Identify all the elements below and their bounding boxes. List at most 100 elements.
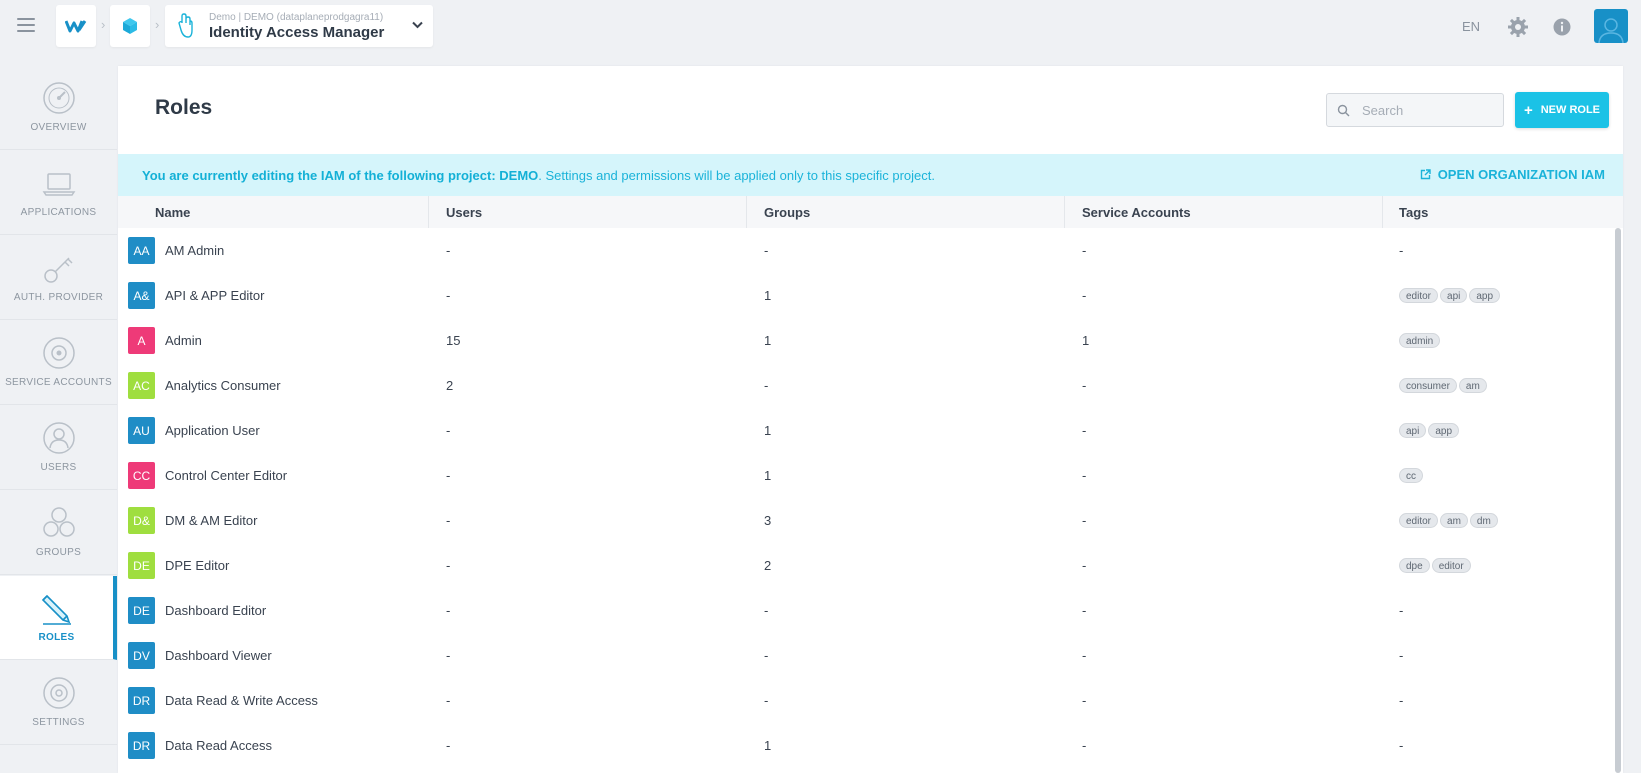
project-cube-button[interactable]: [110, 5, 150, 47]
role-name[interactable]: Analytics Consumer: [165, 378, 281, 393]
cell-service-accounts: -: [1082, 423, 1087, 438]
sidebar-item-label: ROLES: [38, 632, 75, 643]
main-panel: Roles + NEW ROLE You are currently editi…: [118, 66, 1623, 773]
tag-chip[interactable]: api: [1399, 423, 1427, 438]
tag-chip[interactable]: admin: [1399, 333, 1441, 348]
app-title: Identity Access Manager: [209, 23, 385, 41]
cell-name: AC Analytics Consumer: [118, 363, 429, 408]
column-header-tags[interactable]: Tags: [1383, 196, 1623, 228]
menu-icon[interactable]: [17, 18, 35, 32]
cell-name: DR Data Read & Write Access: [118, 678, 429, 723]
tag-chip[interactable]: editor: [1399, 513, 1439, 528]
app-subtitle: Demo | DEMO (dataplaneprodgagra11): [209, 11, 384, 23]
role-name[interactable]: Dashboard Editor: [165, 603, 266, 618]
search-input[interactable]: [1362, 102, 1492, 118]
column-header-users[interactable]: Users: [429, 196, 747, 228]
open-organization-iam-link[interactable]: OPEN ORGANIZATION IAM: [1420, 167, 1605, 182]
service-accounts-icon: [42, 337, 75, 369]
table-header: Name Users Groups Service Accounts Tags: [118, 196, 1623, 228]
tag-chip[interactable]: cc: [1399, 468, 1423, 483]
cell-service-accounts: -: [1082, 603, 1087, 618]
cell-service-accounts: -: [1082, 288, 1087, 303]
table-row[interactable]: DR Data Read Access - 1 - -: [118, 723, 1623, 768]
tag-chip[interactable]: consumer: [1399, 378, 1457, 393]
cell-name: AA AM Admin: [118, 228, 429, 273]
table-row[interactable]: DV Dashboard Viewer - - - -: [118, 633, 1623, 678]
tag-chip[interactable]: am: [1440, 513, 1468, 528]
search-box[interactable]: [1326, 93, 1504, 127]
avatar[interactable]: [1594, 9, 1628, 43]
table-row[interactable]: DR Data Read & Write Access - - - -: [118, 678, 1623, 723]
empty-tags: -: [1399, 738, 1404, 753]
table-row[interactable]: AA AM Admin - - - -: [118, 228, 1623, 273]
app-switcher[interactable]: Demo | DEMO (dataplaneprodgagra11) Ident…: [165, 5, 433, 47]
table-row[interactable]: DE Dashboard Editor - - - -: [118, 588, 1623, 633]
role-name[interactable]: Dashboard Viewer: [165, 648, 272, 663]
cell-users: -: [446, 468, 451, 483]
cell-service-accounts: -: [1082, 558, 1087, 573]
role-name[interactable]: Data Read Access: [165, 738, 272, 753]
cell-groups: 1: [764, 333, 772, 348]
table-row[interactable]: A& API & APP Editor - 1 - editor api app: [118, 273, 1623, 318]
cell-tags: editor api app: [1383, 273, 1623, 318]
chevron-down-icon[interactable]: [412, 18, 423, 32]
tag-chip[interactable]: editor: [1431, 558, 1471, 573]
sidebar-item-users[interactable]: USERS: [0, 406, 117, 490]
column-header-name[interactable]: Name: [118, 196, 429, 228]
user-icon: [42, 422, 75, 454]
sidebar-item-roles[interactable]: ROLES: [0, 576, 117, 660]
cell-name: AU Application User: [118, 408, 429, 453]
column-header-groups[interactable]: Groups: [747, 196, 1065, 228]
info-icon[interactable]: [1551, 16, 1573, 38]
cell-service-accounts: -: [1082, 738, 1087, 753]
cell-users: -: [446, 648, 451, 663]
role-name[interactable]: Data Read & Write Access: [165, 693, 318, 708]
tag-chip[interactable]: api: [1440, 288, 1468, 303]
role-name[interactable]: API & APP Editor: [165, 288, 264, 303]
sidebar-item-overview[interactable]: OVERVIEW: [0, 66, 117, 150]
tag-chip[interactable]: app: [1469, 288, 1501, 303]
gear-icon[interactable]: [1507, 16, 1529, 38]
table-row[interactable]: CC Control Center Editor - 1 - cc: [118, 453, 1623, 498]
cell-users: -: [446, 558, 451, 573]
sidebar-item-settings[interactable]: SETTINGS: [0, 661, 117, 745]
scrollbar[interactable]: [1615, 228, 1621, 773]
home-logo[interactable]: [56, 5, 96, 47]
role-initials-badge: DE: [128, 597, 155, 624]
role-name[interactable]: DPE Editor: [165, 558, 229, 573]
role-name[interactable]: Admin: [165, 333, 202, 348]
role-name[interactable]: Control Center Editor: [165, 468, 287, 483]
role-name[interactable]: DM & AM Editor: [165, 513, 257, 528]
sidebar-item-label: APPLICATIONS: [20, 207, 97, 218]
cell-name: DE DPE Editor: [118, 543, 429, 588]
role-initials-badge: D&: [128, 507, 155, 534]
cell-tags: cc: [1383, 453, 1623, 498]
tag-chip[interactable]: dm: [1469, 513, 1498, 528]
sidebar-item-groups[interactable]: GROUPS: [0, 491, 117, 575]
sidebar-item-service-accounts[interactable]: SERVICE ACCOUNTS: [0, 321, 117, 405]
sidebar-item-label: GROUPS: [35, 547, 82, 558]
project-info-banner: You are currently editing the IAM of the…: [118, 154, 1623, 196]
sidebar-item-applications[interactable]: APPLICATIONS: [0, 151, 117, 235]
column-header-service-accounts[interactable]: Service Accounts: [1065, 196, 1383, 228]
language-selector[interactable]: EN: [1462, 19, 1480, 34]
empty-tags: -: [1399, 648, 1404, 663]
cell-name: DE Dashboard Editor: [118, 588, 429, 633]
new-role-button[interactable]: + NEW ROLE: [1515, 92, 1609, 128]
banner-strong-text: You are currently editing the IAM of the…: [142, 167, 539, 183]
tag-chip[interactable]: app: [1428, 423, 1460, 438]
tag-chip[interactable]: editor: [1399, 288, 1439, 303]
tag-chip[interactable]: am: [1458, 378, 1487, 393]
table-row[interactable]: AU Application User - 1 - api app: [118, 408, 1623, 453]
table-row[interactable]: AC Analytics Consumer 2 - - consumer am: [118, 363, 1623, 408]
tag-chip[interactable]: dpe: [1399, 558, 1430, 573]
cell-groups: -: [764, 603, 769, 618]
table-row[interactable]: DE DPE Editor - 2 - dpe editor: [118, 543, 1623, 588]
sidebar-item-label: SETTINGS: [32, 717, 85, 728]
table-row[interactable]: D& DM & AM Editor - 3 - editor am dm: [118, 498, 1623, 543]
role-name[interactable]: AM Admin: [165, 243, 224, 258]
role-name[interactable]: Application User: [165, 423, 260, 438]
table-row[interactable]: A Admin 15 1 1 admin: [118, 318, 1623, 363]
sidebar-item-auth-provider[interactable]: AUTH. PROVIDER: [0, 236, 117, 320]
cell-name: A& API & APP Editor: [118, 273, 429, 318]
